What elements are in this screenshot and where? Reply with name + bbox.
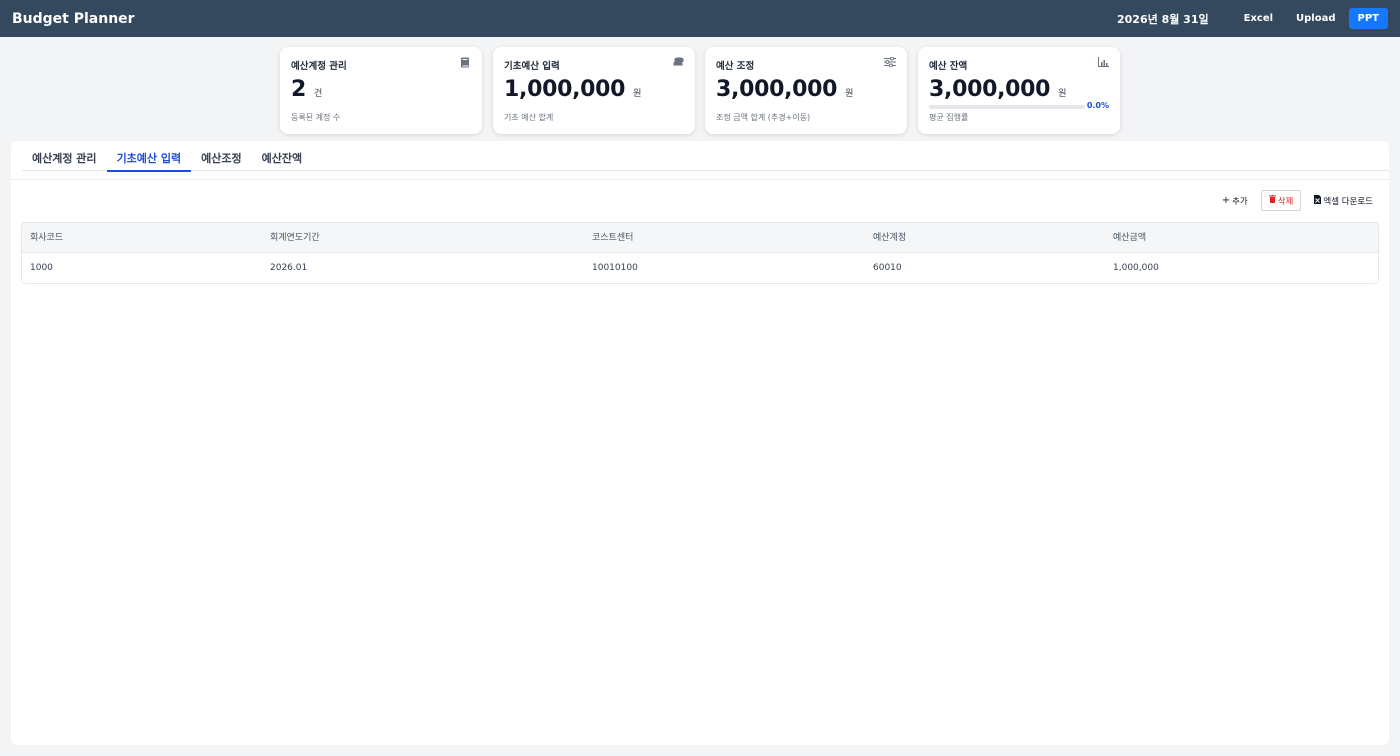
excel-download-button[interactable]: 엑셀 다운로드 — [1306, 190, 1381, 211]
tab-budget-balance[interactable]: 예산잔액 — [252, 141, 312, 171]
top-bar-actions: 2026년 8월 31일 Excel Upload PPT — [1117, 8, 1388, 29]
table-header: 회사코드 회계연도기간 코스트센터 예산계정 예산금액 — [22, 223, 1378, 253]
column-header[interactable]: 예산금액 — [1113, 223, 1146, 253]
card-value: 2 — [291, 77, 307, 102]
card-unit: 원 — [845, 89, 854, 99]
column-header[interactable]: 회사코드 — [30, 223, 63, 253]
card-title: 예산 조정 — [716, 61, 755, 72]
table-cell: 60010 — [873, 263, 902, 273]
excel-file-icon — [1314, 194, 1322, 207]
card-subtitle: 등록된 계정 수 — [291, 113, 341, 122]
budget-table: 회사코드 회계연도기간 코스트센터 예산계정 예산금액 1000 2026.01… — [21, 222, 1379, 284]
delete-label: 삭제 — [1277, 196, 1294, 207]
table-cell: 10010100 — [592, 263, 638, 273]
card-title: 예산 잔액 — [929, 61, 968, 72]
sliders-icon — [884, 56, 896, 69]
card-base-budget[interactable]: 기초예산 입력 1,000,000 원 기초 예산 합계 — [493, 47, 695, 134]
book-icon — [459, 57, 471, 69]
card-budget-adjustment[interactable]: 예산 조정 3,000,000 원 조정 금액 합계 (추경+이동) — [705, 47, 907, 134]
tab-bar: 예산계정 관리 기초예산 입력 예산조정 예산잔액 — [22, 141, 1389, 172]
table-cell: 2026.01 — [270, 263, 308, 273]
main-panel: 예산계정 관리 기초예산 입력 예산조정 예산잔액 + 추가 삭제 엑셀 다운로… — [11, 141, 1389, 745]
card-unit: 건 — [314, 89, 323, 99]
card-subtitle: 조정 금액 합계 (추경+이동) — [716, 113, 811, 122]
tab-base-budget[interactable]: 기초예산 입력 — [106, 141, 192, 172]
divider — [11, 179, 1389, 180]
chart-icon — [1097, 57, 1109, 69]
table-cell: 1,000,000 — [1113, 263, 1159, 273]
table-row[interactable]: 1000 2026.01 10010100 60010 1,000,000 — [22, 253, 1378, 283]
progress-label: 0.0% — [1086, 101, 1109, 110]
trash-icon — [1268, 195, 1276, 206]
download-label: 엑셀 다운로드 — [1323, 196, 1373, 207]
card-budget-balance[interactable]: 예산 잔액 3,000,000 원 0.0% 평균 집행률 — [918, 47, 1120, 134]
column-header[interactable]: 회계연도기간 — [270, 223, 320, 253]
tab-account-management[interactable]: 예산계정 관리 — [22, 141, 107, 171]
upload-button[interactable]: Upload — [1286, 9, 1345, 28]
column-header[interactable]: 예산계정 — [873, 223, 906, 253]
card-subtitle: 기초 예산 합계 — [504, 113, 554, 122]
ppt-button[interactable]: PPT — [1348, 8, 1388, 29]
progress-track — [929, 105, 1085, 109]
card-unit: 원 — [633, 89, 642, 99]
card-unit: 원 — [1058, 89, 1067, 99]
excel-button[interactable]: Excel — [1234, 9, 1283, 28]
app-title: Budget Planner — [12, 10, 135, 27]
card-account-management[interactable]: 예산계정 관리 2 건 등록된 계정 수 — [280, 47, 482, 134]
current-date: 2026년 8월 31일 — [1117, 12, 1209, 26]
top-bar: Budget Planner 2026년 8월 31일 Excel Upload… — [0, 0, 1400, 37]
card-value: 1,000,000 — [504, 77, 626, 102]
card-value: 3,000,000 — [716, 77, 838, 102]
tab-budget-adjustment[interactable]: 예산조정 — [191, 141, 251, 171]
plus-icon: + — [1221, 194, 1231, 206]
column-header[interactable]: 코스트센터 — [592, 223, 633, 253]
card-title: 예산계정 관리 — [291, 61, 347, 72]
card-value: 3,000,000 — [929, 77, 1051, 102]
card-subtitle: 평균 집행률 — [929, 113, 969, 122]
add-button[interactable]: + 추가 — [1213, 190, 1256, 211]
coins-icon — [672, 57, 684, 69]
delete-button[interactable]: 삭제 — [1260, 190, 1302, 211]
card-title: 기초예산 입력 — [504, 61, 560, 72]
add-label: 추가 — [1232, 196, 1248, 207]
table-cell: 1000 — [30, 263, 53, 273]
table-toolbar: + 추가 삭제 엑셀 다운로드 — [1209, 190, 1381, 211]
